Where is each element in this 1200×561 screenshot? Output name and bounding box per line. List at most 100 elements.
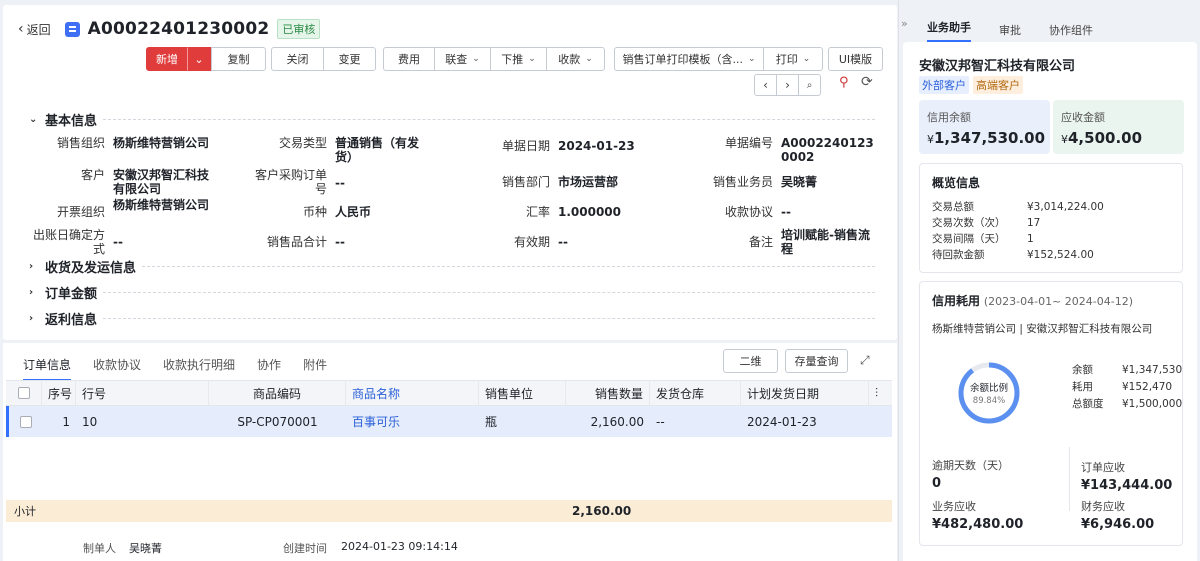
section-rebate[interactable]: › 返利信息 bbox=[29, 309, 875, 328]
table-row[interactable]: 1 10 SP-CP070001 百事可乐 瓶 2,160.00 -- 2024… bbox=[6, 406, 892, 437]
action-group: 费用 联查 ⌄ 下推 ⌄ 收款 ⌄ bbox=[383, 47, 605, 71]
push-down-button[interactable]: 下推 ⌄ bbox=[490, 47, 547, 71]
field-label: 销售组织 bbox=[56, 136, 105, 150]
order-lines-table: 序号 行号 商品编码 商品名称 销售单位 销售数量 发货仓库 计划发货日期 ⫶ … bbox=[6, 380, 892, 437]
change-button[interactable]: 变更 bbox=[323, 47, 376, 71]
field-label: 客户采购订单号 bbox=[255, 168, 328, 196]
chevron-right-icon: › bbox=[29, 313, 34, 324]
field-label: 汇率 bbox=[525, 205, 550, 219]
field-value: 杨斯维特营销公司 bbox=[113, 198, 210, 212]
expense-button[interactable]: 费用 bbox=[383, 47, 435, 71]
workflow-icon[interactable]: ⚲ bbox=[839, 75, 849, 90]
section-shipping[interactable]: › 收货及发运信息 bbox=[29, 257, 875, 276]
section-basic[interactable]: ⌄ 基本信息 bbox=[29, 110, 875, 129]
field-billing-method: 出账日确定方式 -- bbox=[33, 228, 209, 256]
overview-value: 17 bbox=[1027, 217, 1041, 229]
collect-button[interactable]: 收款 ⌄ bbox=[546, 47, 605, 71]
tab-approval[interactable]: 审批 bbox=[999, 22, 1021, 38]
col-qty: 销售数量 bbox=[566, 381, 650, 405]
col-name[interactable]: 商品名称 bbox=[346, 381, 479, 405]
tab-collab-components[interactable]: 协作组件 bbox=[1049, 22, 1093, 38]
tab-collection[interactable]: 收款协议 bbox=[93, 356, 141, 381]
search-record-button[interactable]: ⌕ bbox=[798, 74, 821, 96]
receivable-value: ¥4,500.00 bbox=[1061, 129, 1176, 147]
field-label: 单据编号 bbox=[724, 136, 773, 150]
print-template-select[interactable]: 销售订单打印模板（含... ⌄ bbox=[614, 47, 764, 71]
row-checkbox[interactable] bbox=[19, 415, 32, 428]
link-query-button[interactable]: 联查 ⌄ bbox=[434, 47, 491, 71]
print-group: 销售订单打印模板（含... ⌄ 打印 ⌄ bbox=[614, 47, 823, 71]
credit-balance-value: ¥1,347,530.00 bbox=[927, 129, 1045, 147]
chevron-down-icon: ⌄ bbox=[194, 52, 204, 66]
cell-ship-date: 2024-01-23 bbox=[747, 414, 817, 429]
chevron-down-icon: ⌄ bbox=[802, 54, 811, 64]
section-amount[interactable]: › 订单金额 bbox=[29, 283, 875, 302]
copy-button[interactable]: 复制 bbox=[211, 47, 266, 71]
biz-ar: 业务应收 ¥482,480.00 bbox=[932, 498, 1023, 532]
receivable-label: 应收金额 bbox=[1061, 111, 1105, 124]
currency-symbol: ¥ bbox=[927, 133, 934, 146]
next-record-button[interactable]: › bbox=[776, 74, 799, 96]
overview-title: 概览信息 bbox=[932, 176, 981, 190]
refresh-icon[interactable]: ⟳ bbox=[861, 74, 873, 90]
field-collection: 收款协议 -- bbox=[701, 205, 877, 219]
created-label: 创建时间 bbox=[283, 542, 327, 555]
creator-label: 制单人 bbox=[83, 542, 116, 555]
field-sales-org: 销售组织 杨斯维特营销公司 bbox=[33, 136, 209, 150]
tab-collection-detail[interactable]: 收款执行明细 bbox=[163, 356, 235, 381]
overview-key: 交易间隔（天） bbox=[932, 233, 1006, 245]
overdue-days: 逾期天数（天） 0 bbox=[932, 457, 1009, 491]
ui-template-button[interactable]: UI模版 bbox=[828, 47, 883, 71]
overview-item: 交易间隔（天） 1 bbox=[932, 231, 1170, 247]
tab-attachments[interactable]: 附件 bbox=[303, 356, 327, 381]
receivable-card: 应收金额 ¥4,500.00 bbox=[1053, 100, 1184, 154]
credit-balance-card: 信用余额 ¥1,347,530.00 bbox=[919, 100, 1050, 154]
credit-use-header: 信用耗用 (2023-04-01~ 2024-04-12) bbox=[932, 292, 1170, 309]
fullscreen-icon[interactable]: ⤢ bbox=[860, 353, 870, 368]
chevron-down-icon: ⌄ bbox=[528, 54, 536, 64]
close-button[interactable]: 关闭 bbox=[271, 47, 324, 71]
print-button[interactable]: 打印 ⌄ bbox=[763, 47, 823, 71]
metric-label: 财务应收 bbox=[1081, 500, 1125, 513]
field-label: 交易类型 bbox=[278, 136, 327, 150]
legend-key: 总额度 bbox=[1072, 398, 1104, 410]
field-rate: 汇率 1.000000 bbox=[478, 205, 654, 219]
balance-donut: 余额比例 89.84% bbox=[955, 359, 1023, 427]
credit-use-period: (2023-04-01~ 2024-04-12) bbox=[983, 295, 1133, 308]
select-all-checkbox[interactable] bbox=[17, 387, 30, 399]
back-link[interactable]: ‹ 返回 bbox=[18, 21, 51, 38]
field-label: 有效期 bbox=[513, 235, 550, 249]
field-doc-date: 单据日期 2024-01-23 bbox=[478, 139, 654, 153]
qrcode-button[interactable]: 二维 bbox=[723, 349, 778, 373]
collect-label: 收款 bbox=[558, 53, 581, 66]
metric-value: ¥6,946.00 bbox=[1081, 517, 1155, 532]
push-down-label: 下推 bbox=[501, 53, 524, 66]
cell-qty: 2,160.00 bbox=[590, 414, 644, 429]
detail-card: 订单信息 收款协议 收款执行明细 协作 附件 二维 存量查询 ⤢ 序号 行号 商… bbox=[3, 343, 897, 561]
field-value: 市场运营部 bbox=[558, 175, 619, 189]
field-label: 开票组织 bbox=[56, 205, 105, 219]
metric-label: 订单应收 bbox=[1081, 461, 1125, 474]
col-seq: 序号 bbox=[42, 381, 76, 405]
stock-query-button[interactable]: 存量查询 bbox=[785, 349, 848, 373]
col-unit: 销售单位 bbox=[479, 381, 566, 405]
column-settings-icon[interactable]: ⫶ bbox=[869, 381, 892, 405]
new-button[interactable]: 新增 bbox=[146, 47, 188, 71]
section-title: 基本信息 bbox=[45, 114, 98, 129]
fin-ar: 财务应收 ¥6,946.00 bbox=[1081, 498, 1154, 532]
tab-collaboration[interactable]: 协作 bbox=[257, 356, 281, 381]
donut-svg: 余额比例 89.84% bbox=[958, 362, 1020, 424]
tab-order-info[interactable]: 订单信息 bbox=[23, 356, 72, 381]
prev-record-button[interactable]: ‹ bbox=[754, 74, 777, 96]
tab-business-assistant[interactable]: 业务助手 bbox=[927, 19, 971, 42]
metric-label: 业务应收 bbox=[932, 500, 976, 513]
field-value: -- bbox=[781, 205, 791, 219]
legend-value: ¥1,500,000 bbox=[1122, 398, 1183, 410]
metric-label: 逾期天数（天） bbox=[932, 459, 1009, 472]
donut-label: 余额比例 bbox=[970, 382, 1008, 394]
new-dropdown-button[interactable]: ⌄ bbox=[187, 47, 211, 71]
cell-name[interactable]: 百事可乐 bbox=[346, 406, 479, 437]
chevron-down-icon: ⌄ bbox=[585, 54, 593, 64]
metric-value: ¥482,480.00 bbox=[932, 517, 1024, 532]
overview-item: 交易次数（次） 17 bbox=[932, 215, 1170, 231]
